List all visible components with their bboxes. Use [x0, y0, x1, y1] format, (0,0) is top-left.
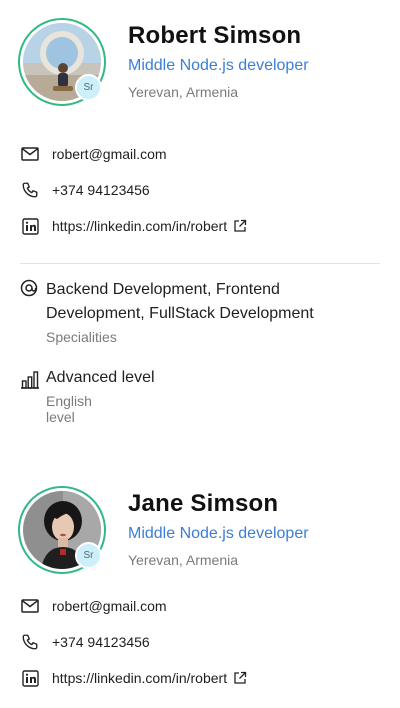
external-link-icon[interactable]	[233, 671, 247, 685]
at-sign-icon	[20, 279, 40, 299]
specialities-label: Specialities	[46, 329, 117, 345]
phone-row: +374 94123456	[20, 631, 150, 653]
seniority-badge: Sr	[75, 542, 102, 569]
email-text[interactable]: robert@gmail.com	[52, 146, 167, 162]
linkedin-row: https://linkedin.com/in/robert	[20, 667, 247, 689]
profile-role[interactable]: Middle Node.js developer	[128, 525, 309, 543]
phone-icon	[20, 632, 40, 652]
phone-icon	[20, 180, 40, 200]
mail-icon	[20, 596, 40, 616]
section-divider	[20, 263, 380, 264]
phone-text[interactable]: +374 94123456	[52, 634, 150, 650]
specialities-value: Backend Development, Frontend Developmen…	[46, 281, 314, 322]
linkedin-icon	[20, 668, 40, 688]
external-link-icon[interactable]	[233, 219, 247, 233]
profiles-page: Sr Robert Simson Middle Node.js develope…	[0, 0, 400, 708]
english-level-value: Advanced level	[46, 369, 155, 386]
profile-location: Yerevan, Armenia	[128, 552, 238, 568]
email-row: robert@gmail.com	[20, 143, 167, 165]
phone-text[interactable]: +374 94123456	[52, 182, 150, 198]
bar-chart-icon	[20, 369, 40, 389]
email-text[interactable]: robert@gmail.com	[52, 598, 167, 614]
seniority-badge: Sr	[75, 74, 102, 101]
profile-name: Robert Simson	[128, 22, 302, 49]
linkedin-link[interactable]: https://linkedin.com/in/robert	[52, 670, 227, 686]
linkedin-row: https://linkedin.com/in/robert	[20, 215, 247, 237]
linkedin-icon	[20, 216, 40, 236]
profile-name: Jane Simson	[128, 490, 279, 517]
profile-location: Yerevan, Armenia	[128, 84, 238, 100]
english-level-label: English level	[46, 393, 92, 425]
linkedin-link[interactable]: https://linkedin.com/in/robert	[52, 218, 227, 234]
avatar[interactable]: Sr	[18, 18, 106, 106]
mail-icon	[20, 144, 40, 164]
profile-role[interactable]: Middle Node.js developer	[128, 57, 309, 75]
email-row: robert@gmail.com	[20, 595, 167, 617]
phone-row: +374 94123456	[20, 179, 150, 201]
avatar[interactable]: Sr	[18, 486, 106, 574]
